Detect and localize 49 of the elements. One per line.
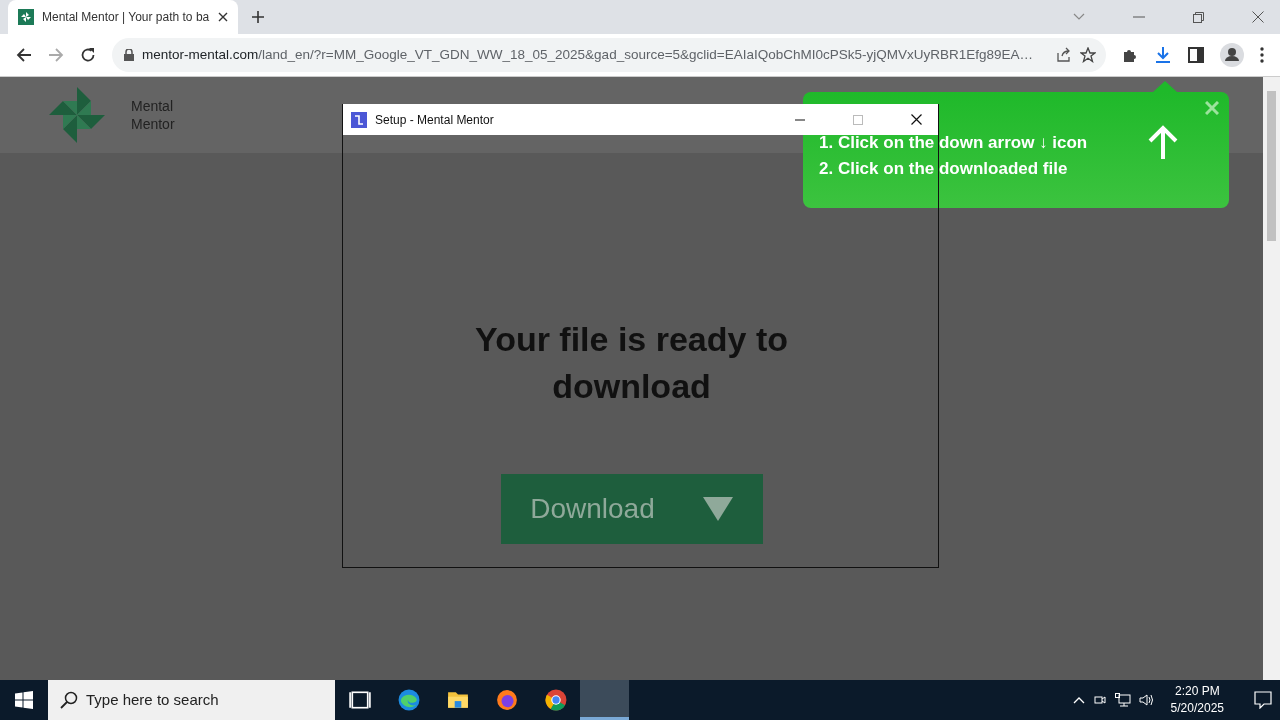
more-menu-icon[interactable] <box>1260 47 1264 63</box>
url-text: mentor-mental.com/land_en/?r=MM_Google_VT_GDN_WW_18_05_2025&gad_source=5&gclid=EAIaIQobChMI0cPSk5-yjQMVxUyRBR1Efg89EA… <box>142 45 1035 64</box>
taskbar-app-button[interactable] <box>580 680 629 720</box>
task-view-icon[interactable] <box>348 689 371 711</box>
page-heading: Your file is ready to download <box>474 319 789 407</box>
restore-icon[interactable] <box>1193 11 1204 23</box>
hint-step: 1. Click on the down arrow ↓ icon <box>819 130 1088 156</box>
scrollbar[interactable] <box>1263 77 1280 680</box>
notification-icon[interactable] <box>1254 691 1272 709</box>
puzzle-piece-icon[interactable] <box>1122 47 1138 63</box>
hint-step: 2. Click on the downloaded file <box>819 155 1068 181</box>
chevron-up-icon[interactable] <box>1072 696 1085 704</box>
clock-time: 2:20 PM <box>1173 683 1221 700</box>
up-arrow-icon <box>1147 125 1179 161</box>
windows-start-icon[interactable] <box>15 691 33 709</box>
taskbar-search-field[interactable]: Type here to search <box>48 680 335 720</box>
site-logo-icon <box>18 9 34 25</box>
lock-icon <box>124 49 134 61</box>
browser-swirl-icon[interactable] <box>397 689 420 711</box>
chevron-down-icon[interactable] <box>1073 13 1085 21</box>
folder-icon[interactable] <box>446 689 469 711</box>
fox-globe-icon[interactable] <box>495 689 518 711</box>
close-icon[interactable] <box>218 12 228 22</box>
app-icon <box>351 111 367 128</box>
profile-avatar-icon[interactable] <box>1220 43 1244 67</box>
download-icon[interactable] <box>1154 46 1172 64</box>
brand-name: Mental Mentor <box>131 97 176 133</box>
clock-date: 5/20/2025 <box>1170 700 1224 717</box>
side-panel-icon[interactable] <box>1188 47 1204 63</box>
plus-icon[interactable] <box>251 10 265 24</box>
minimize-icon[interactable] <box>795 118 805 121</box>
chrome-circle-icon[interactable] <box>544 689 567 711</box>
share-icon[interactable] <box>1056 47 1072 63</box>
star-icon[interactable] <box>1080 47 1096 63</box>
tab-title: Mental Mentor | Your path to ba <box>42 9 210 26</box>
network-icon[interactable] <box>1114 693 1131 707</box>
window-title: Setup - Mental Mentor <box>375 111 495 129</box>
back-arrow-icon[interactable] <box>16 47 32 63</box>
browser-tab[interactable]: Mental Mentor | Your path to ba <box>8 0 238 34</box>
popup-pointer <box>1153 81 1177 92</box>
camera-icon[interactable] <box>1092 693 1107 707</box>
close-icon[interactable] <box>911 114 922 125</box>
search-placeholder: Type here to search <box>86 689 219 710</box>
reload-icon[interactable] <box>80 47 96 63</box>
address-bar[interactable]: mentor-mental.com/land_en/?r=MM_Google_VT_GDN_WW_18_05_2025&gad_source=5&gclid=EAIaIQobChMI0cPSk5-yjQMVxUyRBR1Efg89EA… <box>112 38 1106 72</box>
search-icon <box>60 691 78 709</box>
speaker-icon[interactable] <box>1138 693 1155 707</box>
triangle-down-icon <box>702 497 733 521</box>
pinwheel-logo-icon <box>47 85 107 145</box>
